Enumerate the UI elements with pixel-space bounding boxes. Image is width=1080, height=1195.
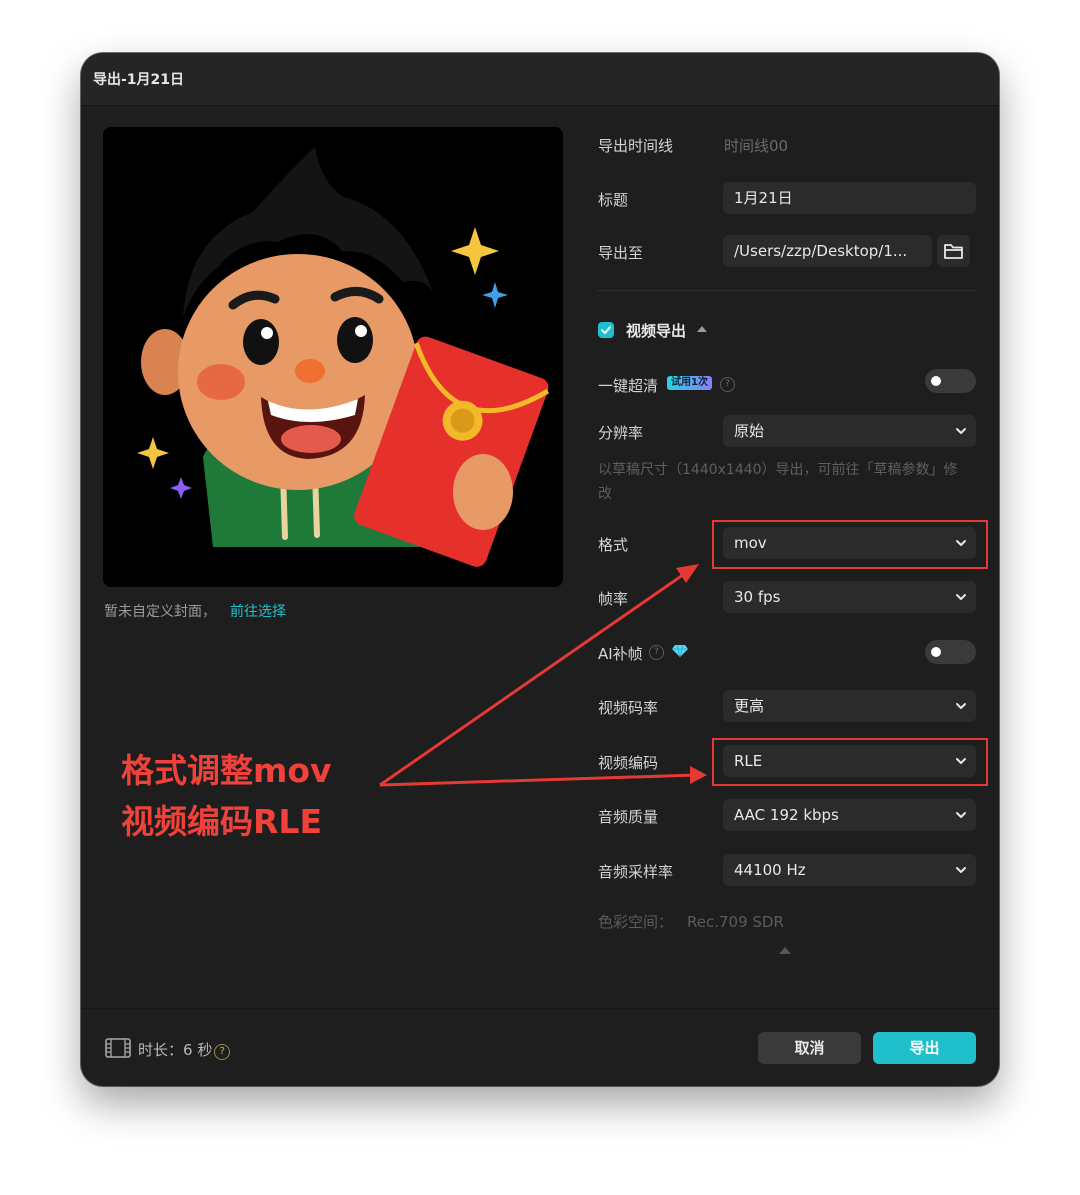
film-icon [105, 1038, 131, 1058]
duration-label: 时长： [138, 1041, 184, 1059]
help-icon[interactable]: ? [649, 645, 664, 660]
folder-icon [944, 244, 963, 259]
sample-rate-dropdown[interactable]: 44100 Hz [723, 854, 976, 886]
cover-note-text: 暂未自定义封面， [104, 604, 216, 620]
bitrate-dropdown[interactable]: 更高 [723, 690, 976, 722]
bitrate-value: 更高 [734, 697, 765, 715]
bitrate-label: 视频码率 [598, 699, 659, 717]
chevron-down-icon [956, 703, 966, 709]
audio-quality-label: 音频质量 [598, 808, 659, 826]
format-label: 格式 [598, 536, 629, 554]
title-label: 标题 [598, 191, 629, 209]
resolution-dropdown[interactable]: 原始 [723, 415, 976, 447]
framerate-label: 帧率 [598, 590, 629, 608]
check-icon [601, 326, 611, 334]
sample-rate-value: 44100 Hz [734, 861, 806, 879]
resolution-label: 分辨率 [598, 424, 644, 442]
resolution-value: 原始 [734, 422, 765, 440]
chevron-down-icon [956, 594, 966, 600]
duration-value: 6 秒 [183, 1041, 213, 1059]
sample-rate-label: 音频采样率 [598, 863, 674, 881]
diamond-icon [672, 644, 688, 658]
video-export-checkbox[interactable] [598, 322, 614, 338]
collapse-caret-icon[interactable] [779, 947, 791, 954]
resolution-hint: 以草稿尺寸（1440x1440）导出，可前往「草稿参数」修改 [598, 462, 958, 502]
chevron-down-icon [956, 428, 966, 434]
toggle-knob [931, 647, 941, 657]
footer-divider [81, 1008, 999, 1009]
help-icon[interactable]: ? [720, 377, 735, 392]
audio-quality-dropdown[interactable]: AAC 192 kbps [723, 799, 976, 831]
enhance-toggle[interactable] [925, 369, 976, 393]
help-icon[interactable]: ? [214, 1044, 231, 1060]
framerate-value: 30 fps [734, 588, 781, 606]
color-space-info: 色彩空间： Rec.709 SDR [598, 911, 784, 932]
cartoon-character-image [137, 147, 550, 567]
choose-cover-link[interactable]: 前往选择 [230, 604, 286, 620]
title-input[interactable]: 1月21日 [723, 182, 976, 214]
export-to-label: 导出至 [598, 244, 644, 262]
cover-preview[interactable] [103, 127, 563, 587]
audio-quality-value: AAC 192 kbps [734, 806, 839, 824]
export-dialog: 导出-1月21日 暂未自定义封面， 前往选择 导出时间线 时间线00 标题 1月… [81, 53, 999, 1086]
cover-note: 暂未自定义封面， 前往选择 [104, 601, 286, 621]
dialog-title: 导出-1月21日 [93, 72, 185, 88]
framerate-dropdown[interactable]: 30 fps [723, 581, 976, 613]
color-space-label: 色彩空间： [598, 913, 674, 931]
annotation-line-2: 视频编码RLE [121, 802, 322, 841]
title-bar: 导出-1月21日 [81, 53, 999, 106]
codec-label: 视频编码 [598, 754, 659, 772]
video-export-title: 视频导出 [626, 322, 687, 340]
toggle-knob [931, 376, 941, 386]
duration-info: 时长：6 秒? [138, 1039, 231, 1060]
section-divider [597, 290, 976, 291]
chevron-down-icon [956, 867, 966, 873]
ai-frame-label: AI补帧 [598, 645, 643, 663]
color-space-value: Rec.709 SDR [687, 913, 784, 931]
timeline-value: 时间线00 [724, 137, 789, 155]
timeline-label: 导出时间线 [598, 137, 674, 155]
trial-badge: 试用1次 [667, 376, 712, 390]
annotation-line-1: 格式调整mov [121, 751, 332, 790]
chevron-down-icon [956, 812, 966, 818]
export-path-field[interactable]: /Users/zzp/Desktop/1... [723, 235, 932, 267]
codec-highlight-box [712, 738, 988, 786]
format-highlight-box [712, 520, 988, 569]
caret-up-icon[interactable] [697, 326, 707, 332]
cancel-button[interactable]: 取消 [758, 1032, 861, 1064]
ai-frame-toggle[interactable] [925, 640, 976, 664]
enhance-label: 一键超清 [598, 377, 659, 395]
browse-folder-button[interactable] [937, 235, 970, 267]
export-button[interactable]: 导出 [873, 1032, 976, 1064]
